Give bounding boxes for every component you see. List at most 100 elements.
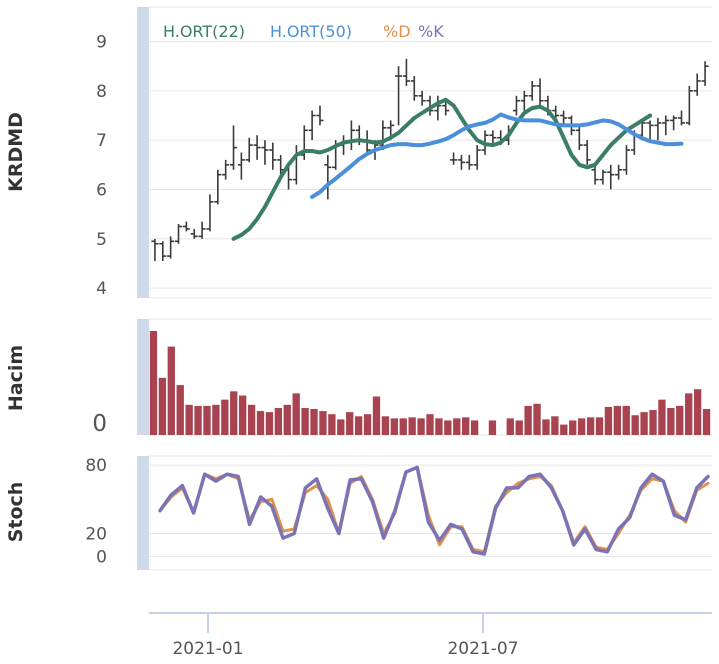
ohlc-bar — [646, 120, 654, 141]
volume-bar — [542, 419, 550, 435]
ohlc-bar — [607, 164, 615, 190]
stoch-gridlines — [149, 464, 712, 557]
ohlc-bar — [693, 73, 701, 96]
price-tick-label: 5 — [96, 230, 107, 250]
ohlc-bar — [512, 95, 520, 116]
ohlc-bar — [324, 154, 332, 200]
price-candles — [151, 58, 709, 262]
ohlc-bar — [536, 78, 544, 106]
stochastic-lines — [158, 465, 710, 556]
volume-panel-side-bar — [137, 319, 149, 435]
volume-bar — [390, 418, 398, 435]
volume-bar — [354, 416, 363, 435]
ohlc-bar — [182, 221, 190, 232]
ohlc-bar — [654, 117, 662, 141]
volume-bar — [274, 407, 283, 435]
ohlc-bar — [269, 142, 277, 170]
ohlc-bar — [662, 115, 670, 136]
volume-bar — [577, 418, 586, 435]
volume-bar — [292, 393, 300, 435]
price-axis-label: KRDMD — [5, 112, 27, 192]
volume-bar — [149, 331, 158, 435]
chart-svg: KRDMD Hacim Stoch 456789 02080 0 H.ORT(2… — [5, 6, 712, 659]
volume-bar — [560, 424, 568, 435]
ohlc-bar — [229, 125, 238, 170]
ohlc-bar — [190, 228, 198, 239]
volume-bar — [203, 405, 211, 435]
volume-bar — [462, 417, 470, 435]
ohlc-bar — [701, 61, 709, 86]
volume-bar — [622, 405, 630, 435]
ohlc-bar — [615, 164, 623, 180]
volume-bar — [167, 346, 175, 435]
volume-bar — [551, 416, 559, 435]
volume-bar — [381, 416, 390, 435]
ohlc-bar — [347, 120, 355, 151]
stoch-tick-labels: 020 80 — [85, 456, 107, 567]
volume-bar — [631, 415, 639, 435]
volume-bar — [328, 414, 336, 435]
x-tick-label-0: 2021-01 — [172, 639, 243, 659]
volume-bar — [221, 399, 229, 435]
volume-bar — [426, 414, 434, 435]
volume-bar — [185, 404, 193, 435]
ohlc-bar — [410, 76, 418, 101]
volume-bar — [613, 405, 621, 435]
moving-average-lines — [231, 97, 684, 241]
ohlc-bar — [677, 110, 686, 126]
legend: H.ORT(22) H.ORT(50) %D %K — [163, 22, 444, 41]
volume-bar — [524, 405, 532, 435]
volume-bar — [604, 406, 613, 435]
ohlc-bar — [395, 66, 403, 126]
volume-bar — [667, 407, 675, 435]
price-tick-labels: 4 5 6 7 8 9 — [96, 33, 107, 300]
ohlc-bar — [253, 135, 261, 160]
ohlc-bar — [473, 145, 481, 170]
stoch-panel-side-bar — [137, 456, 149, 570]
ohlc-bar — [450, 152, 458, 165]
volume-bar — [470, 420, 479, 435]
stock-chart: KRDMD Hacim Stoch 456789 0 20 80 0 H.ORT(2… — [0, 0, 719, 660]
volume-bar — [337, 419, 345, 435]
ohlc-bar — [151, 238, 159, 262]
ohlc-bar — [685, 85, 693, 126]
ohlc-bar — [198, 221, 206, 239]
ohlc-bar — [575, 125, 583, 151]
volume-bar — [533, 403, 541, 435]
ohlc-bar — [292, 145, 300, 185]
volume-bar — [569, 420, 577, 435]
volume-bar — [239, 395, 247, 435]
volume-bar — [247, 404, 256, 435]
ohlc-bar — [434, 95, 442, 121]
volume-bar — [693, 389, 702, 435]
volume-bar — [658, 399, 666, 435]
volume-axis-label: Hacim — [5, 345, 27, 411]
volume-bar — [444, 420, 452, 435]
ohlc-bar — [457, 154, 465, 170]
ohlc-bar — [591, 164, 599, 185]
stoch-tick-label: 20 — [85, 525, 107, 545]
ohlc-bar — [465, 154, 473, 170]
ohlc-bar — [402, 58, 410, 86]
volume-bar — [283, 404, 291, 435]
stoch-d-line — [158, 465, 710, 554]
ohlc-bar — [261, 140, 269, 165]
legend-item: H.ORT(22) H.ORT(50) %D %K — [163, 22, 444, 41]
volume-tick-label-0: 0 — [92, 411, 107, 437]
ohlc-bar — [245, 137, 253, 163]
ohlc-bar — [206, 194, 214, 232]
volume-bar — [685, 393, 693, 435]
volume-bar — [399, 418, 407, 435]
volume-bar — [256, 411, 265, 435]
volume-bar — [372, 396, 381, 435]
ohlc-bar — [167, 236, 175, 259]
ohlc-bar — [300, 125, 308, 160]
volume-bar — [640, 412, 648, 435]
volume-bar — [301, 407, 309, 435]
legend-hort22: H.ORT(22) — [163, 22, 245, 41]
ohlc-bar — [174, 224, 183, 244]
volume-bar — [649, 410, 657, 435]
volume-bar — [676, 405, 684, 435]
ohlc-bar — [159, 241, 167, 262]
price-tick-label: 6 — [96, 180, 107, 200]
